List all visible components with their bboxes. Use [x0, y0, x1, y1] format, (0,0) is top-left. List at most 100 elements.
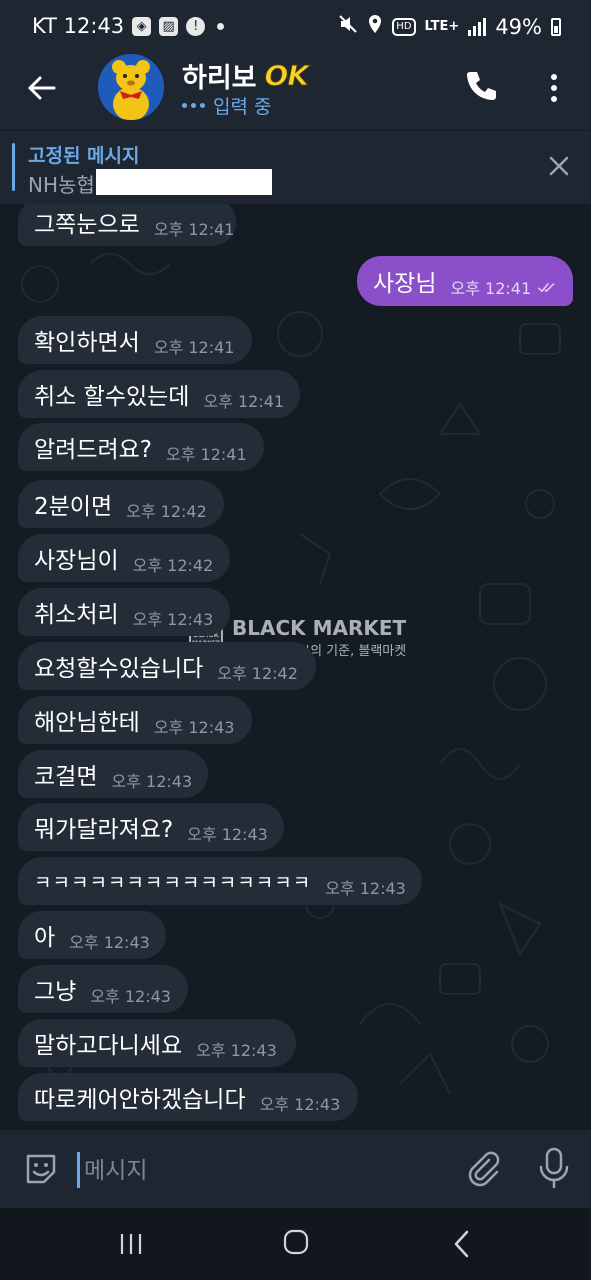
message-time: 오후 12:41	[153, 220, 235, 239]
message-text: 사장님이	[34, 548, 119, 574]
message-input-bar	[0, 1130, 591, 1208]
arrow-left-icon	[28, 76, 56, 100]
back-button[interactable]	[22, 68, 62, 108]
chat-header: 하리보 OK 입력 중	[0, 54, 591, 130]
message-incoming[interactable]: 그냥 오후 12:43	[18, 965, 188, 1013]
more-notifications-icon	[217, 22, 225, 30]
emoji-button[interactable]	[22, 1150, 60, 1188]
more-options-button[interactable]	[540, 70, 568, 106]
message-time: 오후 12:41	[153, 338, 235, 357]
message-incoming[interactable]: 사장님이 오후 12:42	[18, 534, 230, 582]
typing-label: 입력 중	[213, 96, 272, 118]
hd-voice-icon: HD	[392, 17, 416, 36]
message-time: 오후 12:42	[217, 664, 298, 683]
attach-button[interactable]	[462, 1148, 502, 1188]
message-incoming[interactable]: 해안님한테 오후 12:43	[18, 696, 252, 744]
message-outgoing[interactable]: 사장님 오후 12:41	[357, 256, 573, 306]
message-time: 오후 12:43	[187, 825, 268, 844]
message-incoming[interactable]: 말하고다니세요 오후 12:43	[18, 1019, 296, 1067]
message-time: 오후 12:43	[132, 610, 214, 629]
message-time: 오후 12:43	[111, 772, 193, 791]
read-checkmarks-icon	[538, 282, 555, 293]
message-text: 말하고다니세요	[34, 1033, 183, 1059]
message-incoming[interactable]: ㅋㅋㅋㅋㅋㅋㅋㅋㅋㅋㅋㅋㅋㅋㅋ 오후 12:43	[18, 857, 422, 905]
system-navigation-bar	[0, 1208, 591, 1280]
typing-dots-icon	[182, 103, 205, 108]
paperclip-icon	[468, 1151, 500, 1187]
message-text: 해안님한테	[34, 710, 140, 736]
chat-title[interactable]: 하리보 OK	[182, 56, 310, 95]
message-text: 2분이면	[34, 494, 113, 520]
ok-badge: OK	[264, 59, 309, 93]
call-button[interactable]	[462, 68, 498, 104]
message-incoming[interactable]: 아 오후 12:43	[18, 911, 166, 959]
message-text: 요청할수있습니다	[34, 656, 204, 682]
message-incoming[interactable]: 2분이면 오후 12:42	[18, 480, 224, 528]
pinned-indicator	[12, 143, 15, 191]
message-time: 오후 12:43	[90, 987, 171, 1006]
message-time: 오후 12:43	[259, 1095, 341, 1114]
phone-icon	[467, 72, 496, 100]
avatar[interactable]	[98, 54, 164, 120]
lte-icon: LTE+	[424, 18, 460, 34]
close-icon	[549, 156, 569, 176]
message-incoming[interactable]: 그쪽눈으로 오후 12:41	[18, 204, 236, 246]
status-left: KT 12:43 ◈ ▨ !	[32, 14, 225, 38]
battery-icon	[551, 17, 561, 36]
close-pinned-button[interactable]	[548, 155, 570, 177]
message-incoming[interactable]: 확인하면서 오후 12:41	[18, 316, 252, 364]
message-incoming[interactable]: 따로케어안하겠습니다 오후 12:43	[18, 1073, 358, 1121]
message-text: 알려드려요?	[34, 437, 153, 463]
message-text: 따로케어안하겠습니다	[34, 1087, 246, 1113]
message-text: 아	[34, 925, 56, 951]
message-text: 그쪽눈으로	[34, 212, 140, 238]
battery-level: 49%	[495, 14, 542, 39]
message-time: 오후 12:43	[196, 1041, 277, 1060]
message-text: 사장님	[373, 271, 437, 297]
message-time: 오후 12:43	[325, 879, 406, 898]
message-time: 오후 12:42	[132, 556, 214, 575]
redaction-box	[96, 169, 272, 195]
message-time: 오후 12:41	[203, 392, 285, 411]
message-incoming[interactable]: 취소처리 오후 12:43	[18, 588, 230, 636]
contact-name: 하리보	[182, 63, 257, 94]
message-text: ㅋㅋㅋㅋㅋㅋㅋㅋㅋㅋㅋㅋㅋㅋㅋ	[34, 871, 312, 894]
message-text: 취소 할수있는데	[34, 384, 190, 410]
home-button[interactable]	[282, 1228, 310, 1256]
image-notification-icon: ▨	[159, 16, 179, 36]
text-caret	[77, 1152, 80, 1188]
home-icon	[283, 1229, 309, 1255]
message-incoming[interactable]: 알려드려요? 오후 12:41	[18, 423, 264, 471]
microphone-icon	[539, 1147, 569, 1189]
pinned-preview: NH농협	[28, 173, 95, 197]
message-incoming[interactable]: 뭐가달라져요? 오후 12:43	[18, 803, 284, 851]
typing-status: 입력 중	[182, 92, 271, 119]
message-incoming[interactable]: 요청할수있습니다 오후 12:42	[18, 642, 316, 690]
recent-apps-icon	[120, 1234, 142, 1254]
mute-icon	[338, 14, 358, 39]
chat-area[interactable]: BLACK MARKET BLACK MARKET 정보의 기준, 블랙마켓 그…	[0, 204, 591, 1130]
status-carrier-time: KT 12:43	[32, 14, 125, 38]
status-right: HD LTE+ 49%	[338, 14, 561, 39]
gummy-bear-icon	[98, 54, 164, 120]
pinned-message-bar[interactable]: 고정된 메시지 NH농협	[0, 130, 591, 205]
location-icon	[367, 14, 383, 39]
message-incoming[interactable]: 취소 할수있는데 오후 12:41	[18, 370, 300, 418]
kebab-menu-icon	[551, 74, 557, 102]
sticker-icon	[26, 1154, 56, 1184]
status-bar: KT 12:43 ◈ ▨ ! HD LTE+ 49%	[0, 0, 591, 56]
message-time: 오후 12:42	[126, 502, 207, 521]
watermark-title: BLACK MARKET	[232, 616, 407, 640]
message-time: 오후 12:41	[450, 279, 532, 298]
chevron-left-icon	[454, 1230, 469, 1258]
message-text: 뭐가달라져요?	[34, 817, 174, 843]
message-text: 그냥	[34, 979, 77, 1005]
message-incoming[interactable]: 코걸면 오후 12:43	[18, 750, 208, 798]
alert-notification-icon: !	[186, 16, 206, 36]
message-text: 확인하면서	[34, 330, 140, 356]
voice-message-button[interactable]	[536, 1146, 572, 1190]
message-time: 오후 12:41	[166, 445, 247, 464]
message-input[interactable]	[82, 1150, 446, 1192]
system-back-button[interactable]	[450, 1228, 474, 1260]
recent-apps-button[interactable]	[118, 1230, 146, 1258]
